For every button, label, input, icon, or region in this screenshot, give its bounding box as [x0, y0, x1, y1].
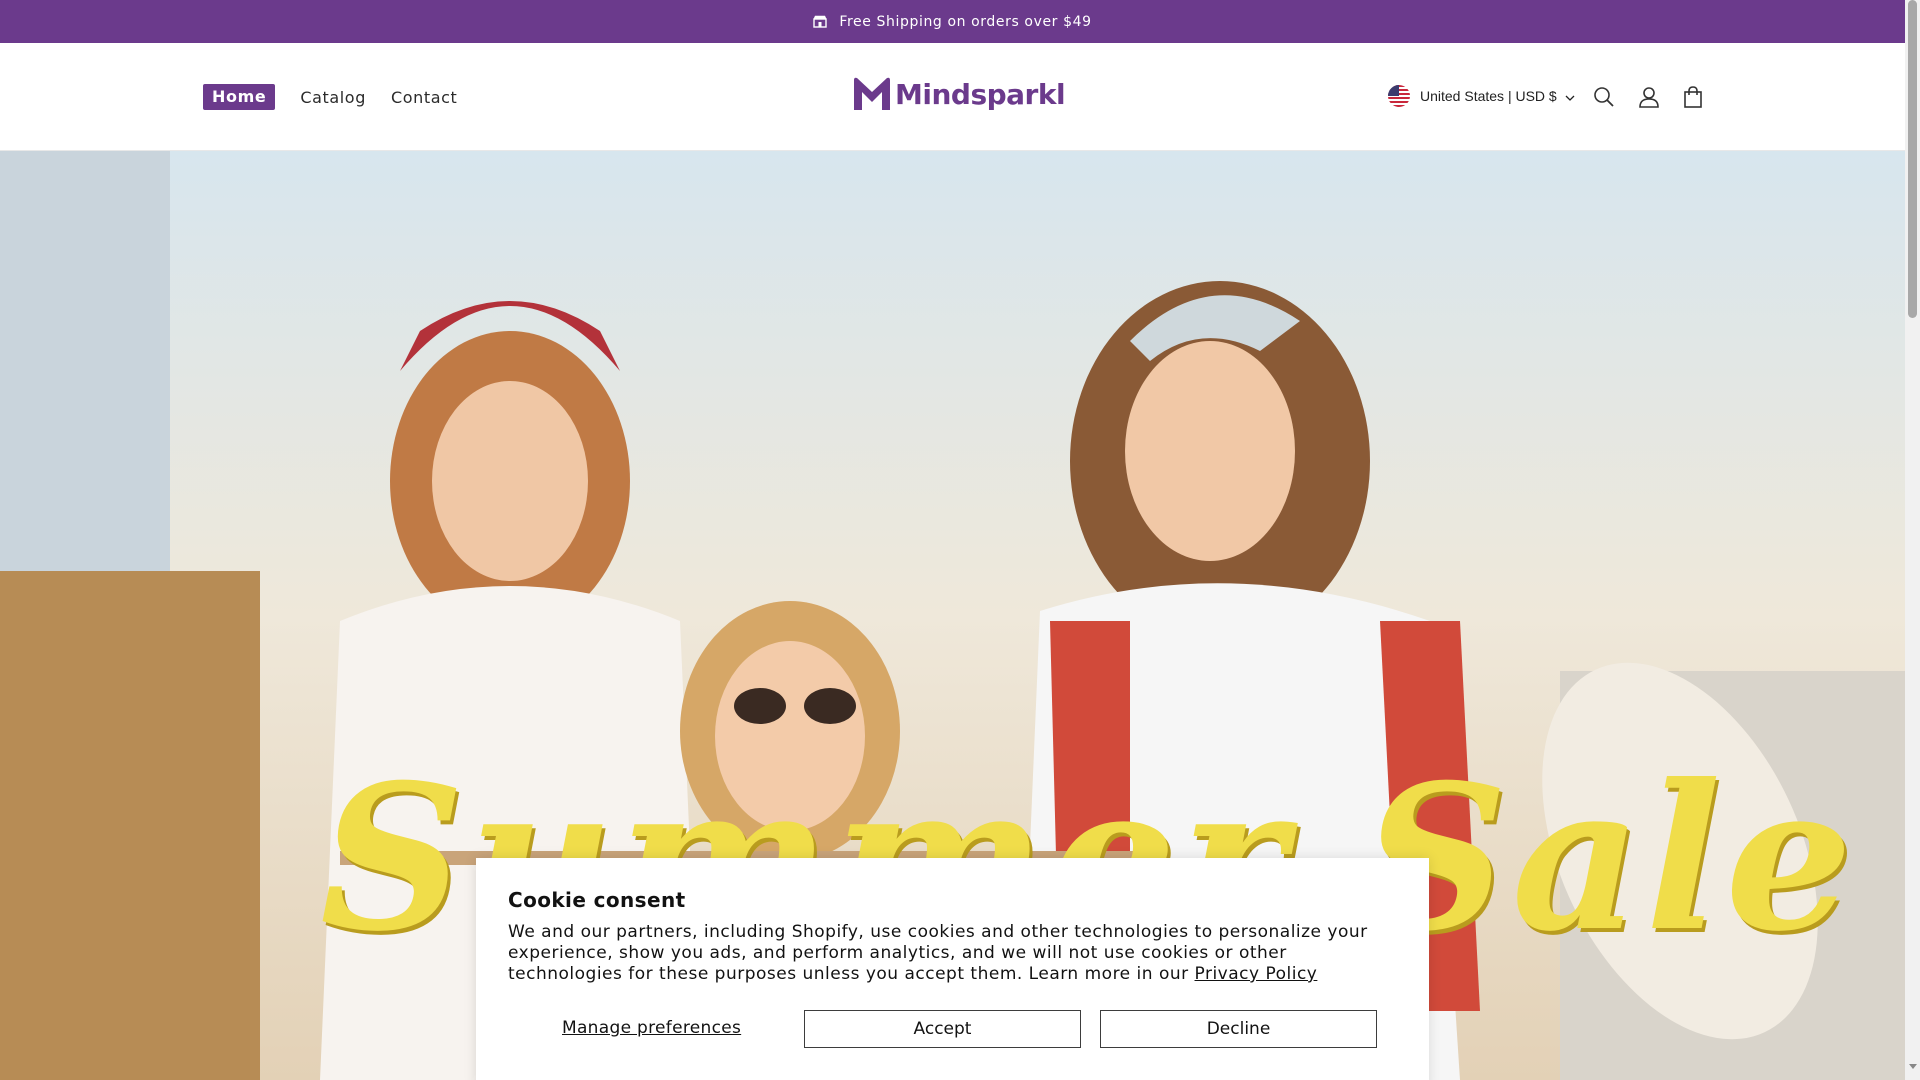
- manage-preferences-link[interactable]: Manage preferences: [562, 1018, 741, 1038]
- announcement-text: Free Shipping on orders over $49: [839, 13, 1092, 30]
- us-flag-icon: [1388, 85, 1410, 107]
- chevron-down-icon: [1565, 88, 1575, 104]
- cookie-title: Cookie consent: [508, 888, 686, 912]
- search-icon[interactable]: [1591, 84, 1617, 110]
- page-scrollbar[interactable]: [1905, 0, 1920, 1080]
- logo-m-icon: [854, 77, 890, 110]
- site-logo[interactable]: Mindsparkl: [852, 76, 1066, 112]
- announcement-bar: Free Shipping on orders over $49: [0, 0, 1905, 43]
- nav-home[interactable]: Home: [203, 84, 276, 110]
- site-header: Home Catalog Contact Mindsparkl United S…: [0, 43, 1905, 151]
- nav-contact[interactable]: Contact: [391, 88, 457, 107]
- decline-button[interactable]: Decline: [1100, 1010, 1377, 1048]
- cookie-body: We and our partners, including Shopify, …: [508, 922, 1398, 985]
- logo-wordmark: Mindsparkl: [895, 77, 1066, 111]
- main-nav: Home Catalog Contact: [203, 84, 482, 110]
- privacy-policy-link[interactable]: Privacy Policy: [1195, 964, 1318, 984]
- store-icon: [813, 15, 828, 28]
- locale-label: United States | USD $: [1420, 88, 1557, 104]
- cookie-consent-banner: Cookie consent We and our partners, incl…: [476, 858, 1429, 1080]
- scrollbar-thumb[interactable]: [1908, 0, 1917, 318]
- country-currency-selector[interactable]: United States | USD $: [1388, 85, 1575, 107]
- nav-catalog[interactable]: Catalog: [300, 88, 366, 107]
- account-icon[interactable]: [1636, 84, 1662, 110]
- accept-button[interactable]: Accept: [804, 1010, 1081, 1048]
- scroll-down-arrow-icon[interactable]: [1909, 1064, 1917, 1069]
- cart-icon[interactable]: [1680, 84, 1706, 110]
